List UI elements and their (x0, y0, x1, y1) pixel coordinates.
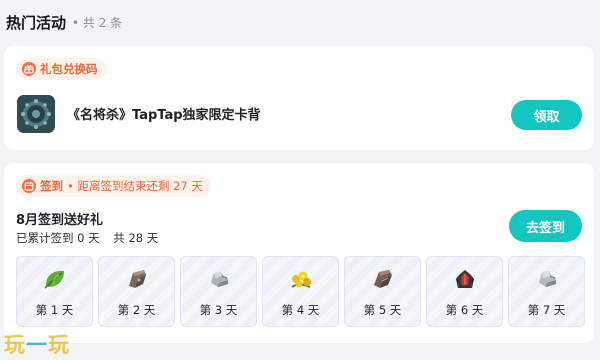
reward-day-label: 第 7 天 (527, 303, 566, 317)
signed-days: 已累计签到 0 天 (16, 231, 100, 245)
reward-day-label: 第 5 天 (363, 303, 402, 317)
signin-title: 8月签到送好礼 (16, 213, 104, 228)
signin-stats: 已累计签到 0 天 共 28 天 (16, 230, 158, 246)
gift-code-tag: 礼包兑换码 (16, 58, 106, 80)
reward-day-2[interactable]: 第 2 天 (98, 256, 175, 327)
armor-piece-icon (124, 267, 150, 291)
go-signin-button[interactable]: 去签到 (509, 210, 582, 242)
signin-remaining: • 距离签到结束还剩 27 天 (67, 179, 203, 193)
site-watermark-logo: 玩一玩 (4, 333, 70, 357)
gift-code-tag-label: 礼包兑换码 (40, 62, 98, 76)
section-title: 热门活动 (6, 13, 67, 32)
gift-icon (22, 62, 36, 76)
reward-day-label: 第 3 天 (199, 303, 238, 317)
gift-name: 《名将杀》TapTap独家限定卡背 (67, 108, 261, 123)
game-cover-icon (17, 95, 55, 133)
reward-day-7[interactable]: 第 7 天 (508, 256, 585, 327)
silver-gauntlet-icon (534, 267, 560, 291)
reward-day-4[interactable]: 第 4 天 (262, 256, 339, 327)
silver-gauntlet-icon (206, 267, 232, 291)
gold-coins-icon (288, 267, 314, 291)
reward-day-6[interactable]: 第 6 天 (426, 256, 503, 327)
gift-code-card: 礼包兑换码 《名将杀》TapTap独家限定卡背 领取 (4, 46, 594, 150)
total-days: 共 28 天 (113, 231, 159, 245)
reward-days-list: 第 1 天 第 2 天 第 3 天 第 4 天 第 5 天 第 6 天 第 7 … (16, 256, 585, 327)
signin-tag: 签到 • 距离签到结束还剩 27 天 (16, 175, 211, 197)
reward-day-label: 第 4 天 (281, 303, 320, 317)
reward-day-label: 第 1 天 (35, 303, 74, 317)
activity-count: • 共 2 条 (72, 15, 123, 30)
reward-day-5[interactable]: 第 5 天 (344, 256, 421, 327)
section-header: 热门活动 • 共 2 条 (6, 10, 122, 34)
dark-armor-icon (452, 267, 478, 291)
claim-button[interactable]: 领取 (511, 100, 582, 130)
signin-card: 签到 • 距离签到结束还剩 27 天 8月签到送好礼 已累计签到 0 天 共 2… (4, 163, 594, 343)
reward-day-label: 第 6 天 (445, 303, 484, 317)
reward-day-3[interactable]: 第 3 天 (180, 256, 257, 327)
green-leaf-icon (42, 267, 68, 291)
calendar-icon (22, 179, 36, 193)
signin-tag-label: 签到 (40, 179, 63, 193)
reward-day-label: 第 2 天 (117, 303, 156, 317)
armor-piece-icon (370, 267, 396, 291)
reward-day-1[interactable]: 第 1 天 (16, 256, 93, 327)
